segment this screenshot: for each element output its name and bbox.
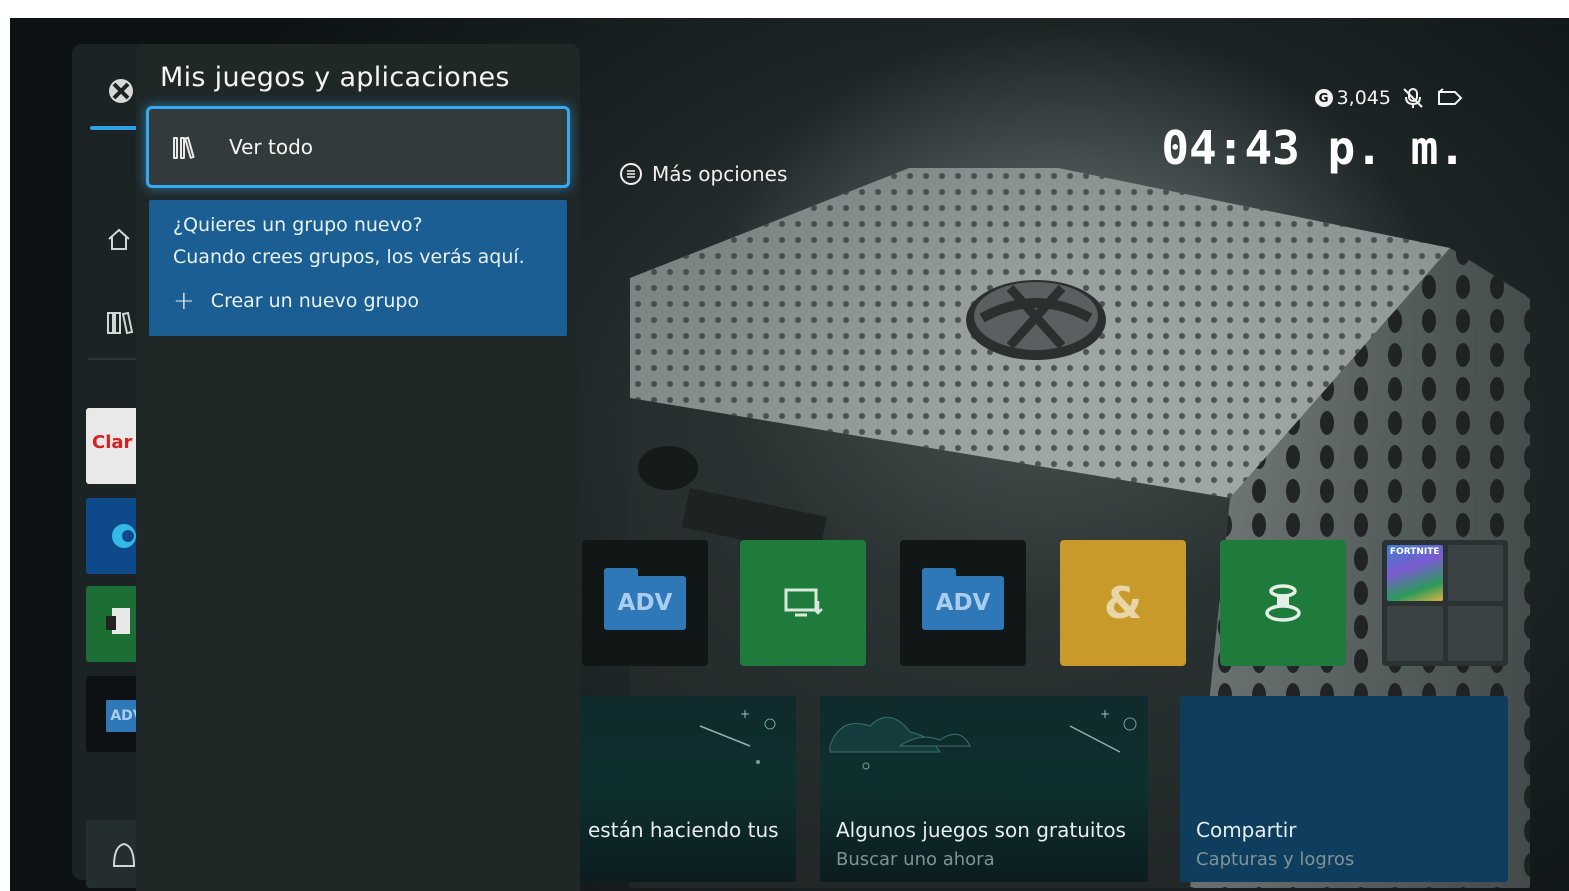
create-group-button[interactable]: + Crear un nuevo grupo (173, 286, 543, 316)
new-group-question: ¿Quieres un grupo nuevo? (173, 214, 423, 236)
tile-ampersand[interactable]: & (1060, 540, 1186, 666)
status-bar: G 3,045 (1314, 86, 1463, 110)
tile-adv-1[interactable]: ADV (582, 540, 708, 666)
card-share[interactable]: Compartir Capturas y logros (1180, 696, 1508, 882)
mic-muted-icon (1403, 88, 1423, 108)
clock: 04:43 p. m. (1161, 121, 1466, 175)
fortnite-thumbnail: FORTNITE (1387, 545, 1443, 601)
stack-icon (1265, 584, 1301, 622)
empty-slot (1387, 605, 1443, 661)
svg-text:+: + (1100, 707, 1110, 721)
gamerscore: G 3,045 (1314, 87, 1391, 109)
clouds-illustration: + (829, 707, 1137, 770)
tile-group[interactable]: FORTNITE (1382, 540, 1508, 666)
view-all-button[interactable]: Ver todo (146, 106, 570, 188)
library-icon[interactable] (106, 310, 134, 336)
my-games-panel: Mis juegos y aplicaciones Ver todo ¿Quie… (136, 44, 580, 891)
card-friends[interactable]: + están haciendo tus (570, 696, 796, 882)
card-subtitle: Capturas y logros (1196, 849, 1355, 870)
adv-folder-icon: ADV (922, 568, 1004, 630)
gamerscore-icon: G (1314, 89, 1333, 107)
card-title: Algunos juegos son gratuitos (836, 818, 1126, 842)
device-icon (784, 588, 823, 617)
menu-icon (620, 163, 642, 185)
night-sky-illustration: + (699, 707, 776, 764)
more-options-button[interactable]: Más opciones (620, 162, 787, 186)
tile-adv-2[interactable]: ADV (900, 540, 1026, 666)
tile-green-stack[interactable] (1220, 540, 1346, 666)
card-title: Compartir (1196, 818, 1297, 842)
ampersand-icon: & (1103, 577, 1143, 629)
view-all-label: Ver todo (229, 135, 314, 159)
card-free-games[interactable]: + Algunos juegos son gratuitos Buscar un… (820, 696, 1148, 882)
library-icon (173, 135, 195, 159)
tile-green-device[interactable] (740, 540, 866, 666)
xbox-home-screen: G 3,045 04:43 p. m. Más opciones ADV ADV (10, 18, 1569, 891)
new-group-description: Cuando crees grupos, los verás aquí. (173, 246, 525, 268)
plus-icon: + (173, 286, 195, 316)
panel-title: Mis juegos y aplicaciones (160, 62, 510, 93)
create-group-label: Crear un nuevo grupo (210, 290, 420, 312)
xbox-logo-icon[interactable] (108, 78, 134, 104)
new-group-prompt: ¿Quieres un grupo nuevo? Cuando crees gr… (149, 200, 567, 336)
battery-icon (1438, 88, 1463, 105)
card-subtitle: Buscar uno ahora (836, 849, 995, 870)
empty-slot (1447, 605, 1503, 661)
gamerscore-value: 3,045 (1336, 87, 1391, 109)
empty-slot (1447, 545, 1503, 601)
svg-text:+: + (740, 707, 750, 721)
more-options-label: Más opciones (652, 162, 788, 186)
home-icon[interactable] (106, 226, 132, 252)
adv-folder-icon: ADV (604, 568, 686, 630)
card-title: están haciendo tus (588, 818, 779, 842)
